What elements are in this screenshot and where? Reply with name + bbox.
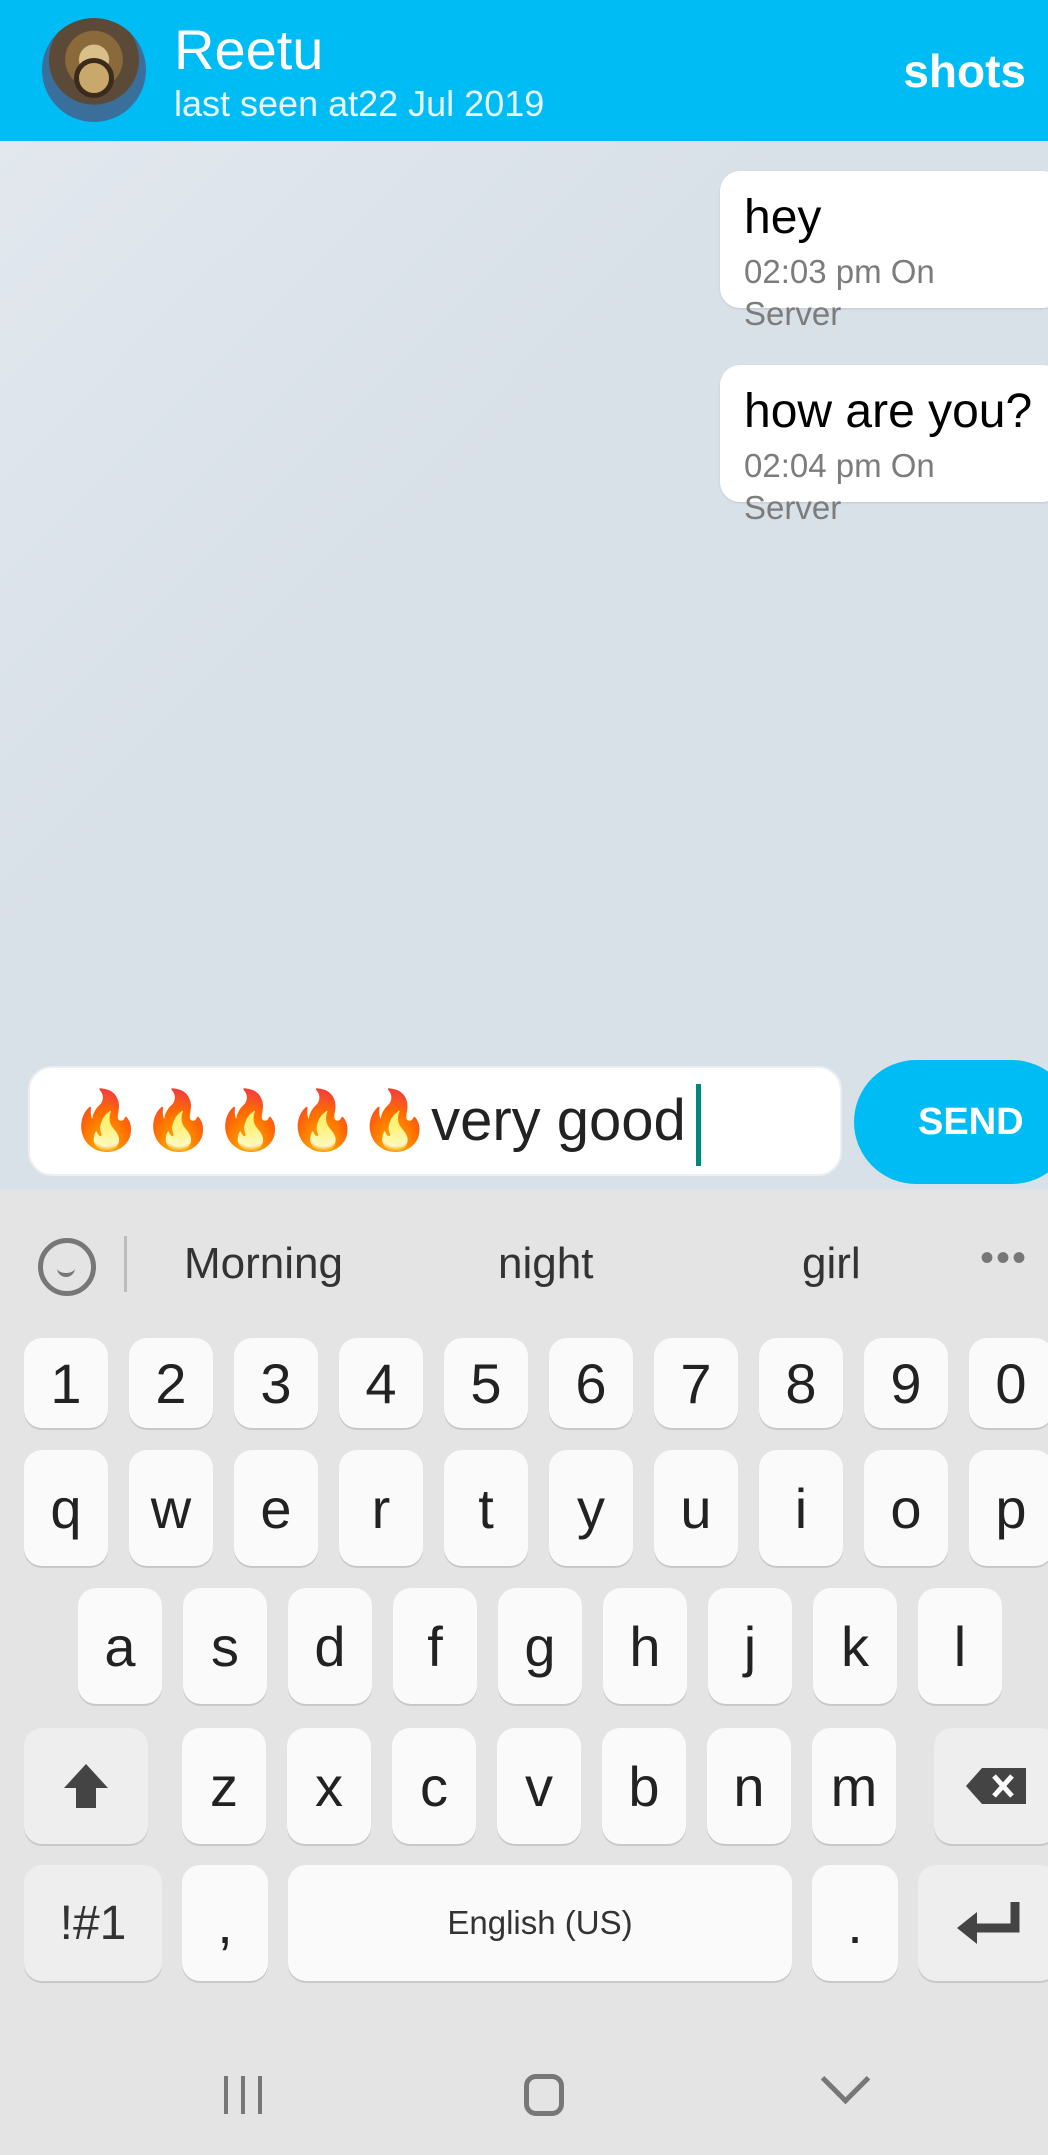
suggestion-bar: Morning night girl •••	[0, 1190, 1048, 1340]
message-meta: 02:04 pm On Server	[744, 447, 935, 526]
key-8[interactable]: 8	[759, 1338, 843, 1428]
input-text: very good	[431, 1088, 686, 1153]
text-caret	[695, 1083, 701, 1166]
avatar-wheel-image	[74, 58, 114, 98]
backspace-icon	[966, 1768, 1026, 1804]
key-n[interactable]: n	[707, 1728, 791, 1844]
key-7[interactable]: 7	[654, 1338, 738, 1428]
emoji-text: 🔥🔥🔥🔥🔥	[70, 1088, 432, 1153]
shift-key[interactable]	[24, 1728, 148, 1844]
period-key[interactable]: .	[812, 1865, 898, 1981]
key-u[interactable]: u	[654, 1450, 738, 1566]
message-input[interactable]: 🔥🔥🔥🔥🔥very good	[28, 1066, 842, 1176]
suggestion-word[interactable]: night	[498, 1236, 593, 1292]
key-d[interactable]: d	[288, 1588, 372, 1704]
back-icon[interactable]	[820, 2054, 871, 2105]
key-j[interactable]: j	[708, 1588, 792, 1704]
key-p[interactable]: p	[969, 1450, 1048, 1566]
sync-icon[interactable]	[38, 1238, 96, 1296]
comma-key[interactable]: ,	[182, 1865, 268, 1981]
suggestion-word[interactable]: Morning	[184, 1236, 343, 1292]
key-a[interactable]: a	[78, 1588, 162, 1704]
key-s[interactable]: s	[183, 1588, 267, 1704]
key-5[interactable]: 5	[444, 1338, 528, 1428]
key-1[interactable]: 1	[24, 1338, 108, 1428]
composer-bar: 🔥🔥🔥🔥🔥very good SEND	[0, 1060, 1048, 1190]
system-nav-bar	[0, 2010, 1048, 2155]
suggestion-word[interactable]: girl	[802, 1236, 861, 1292]
message-text: hey	[744, 191, 822, 244]
suggestion-divider	[124, 1236, 127, 1292]
enter-icon	[957, 1902, 1020, 1944]
key-v[interactable]: v	[497, 1728, 581, 1844]
key-q[interactable]: q	[24, 1450, 108, 1566]
space-key[interactable]: English (US)	[288, 1865, 792, 1981]
message-bubble[interactable]: hey 02:03 pm On Server	[720, 171, 1048, 332]
backspace-key[interactable]	[934, 1728, 1048, 1844]
enter-key[interactable]	[918, 1865, 1048, 1981]
key-9[interactable]: 9	[864, 1338, 948, 1428]
key-g[interactable]: g	[498, 1588, 582, 1704]
key-y[interactable]: y	[549, 1450, 633, 1566]
key-6[interactable]: 6	[549, 1338, 633, 1428]
key-h[interactable]: h	[603, 1588, 687, 1704]
symbols-key[interactable]: !#1	[24, 1865, 162, 1981]
key-o[interactable]: o	[864, 1450, 948, 1566]
recents-icon[interactable]	[224, 2076, 262, 2114]
key-l[interactable]: l	[918, 1588, 1002, 1704]
key-b[interactable]: b	[602, 1728, 686, 1844]
message-text: how are you?	[744, 385, 1033, 438]
key-m[interactable]: m	[812, 1728, 896, 1844]
key-x[interactable]: x	[287, 1728, 371, 1844]
send-button[interactable]: SEND	[854, 1060, 1048, 1184]
message-bubble[interactable]: how are you? 02:04 pm On Server	[720, 365, 1048, 526]
key-k[interactable]: k	[813, 1588, 897, 1704]
home-icon[interactable]	[524, 2074, 564, 2116]
key-f[interactable]: f	[393, 1588, 477, 1704]
key-t[interactable]: t	[444, 1450, 528, 1566]
key-r[interactable]: r	[339, 1450, 423, 1566]
contact-avatar[interactable]	[42, 18, 146, 122]
shift-icon	[64, 1764, 108, 1808]
chat-messages-area[interactable]: hey 02:03 pm On Server how are you? 02:0…	[0, 141, 1048, 1189]
contact-name[interactable]: Reetu	[174, 18, 323, 82]
key-z[interactable]: z	[182, 1728, 266, 1844]
key-4[interactable]: 4	[339, 1338, 423, 1428]
key-i[interactable]: i	[759, 1450, 843, 1566]
key-2[interactable]: 2	[129, 1338, 213, 1428]
last-seen-status: last seen at22 Jul 2019	[174, 83, 545, 124]
key-e[interactable]: e	[234, 1450, 318, 1566]
key-c[interactable]: c	[392, 1728, 476, 1844]
key-3[interactable]: 3	[234, 1338, 318, 1428]
key-w[interactable]: w	[129, 1450, 213, 1566]
more-icon[interactable]: •••	[980, 1236, 1028, 1281]
soft-keyboard: Morning night girl ••• 1234567890 qwerty…	[0, 1190, 1048, 2010]
chat-header: Reetu last seen at22 Jul 2019 shots	[0, 0, 1048, 141]
message-meta: 02:03 pm On Server	[744, 253, 935, 332]
shots-button[interactable]: shots	[903, 44, 1026, 98]
key-0[interactable]: 0	[969, 1338, 1048, 1428]
